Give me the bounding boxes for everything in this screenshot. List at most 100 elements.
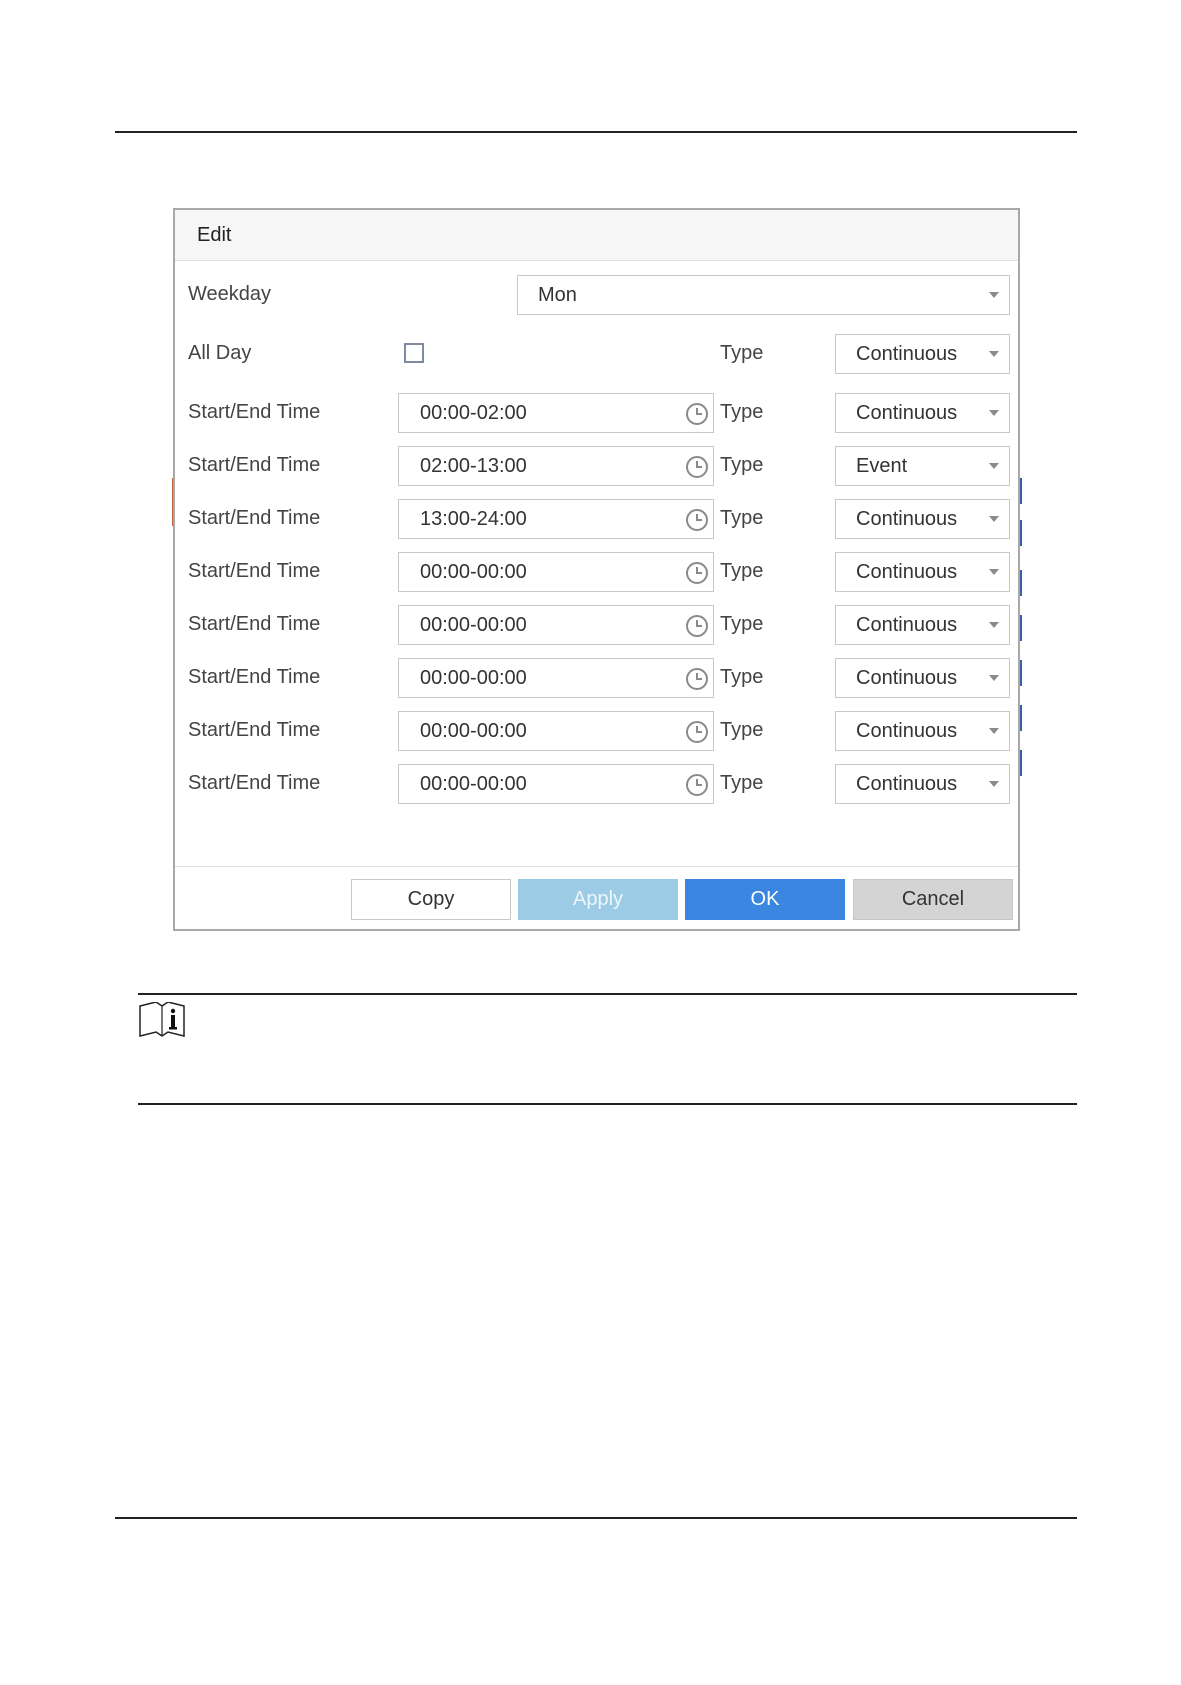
dialog-title: Edit <box>197 224 232 246</box>
caret-down-icon <box>989 675 999 681</box>
start-end-time-label: Start/End Time <box>188 454 321 476</box>
type-select[interactable]: Event <box>835 446 1010 486</box>
clock-icon[interactable] <box>685 667 709 691</box>
type-select[interactable]: Continuous <box>835 764 1010 804</box>
caret-down-icon <box>989 781 999 787</box>
caret-down-icon <box>989 569 999 575</box>
page-footer-rule <box>115 1517 1077 1519</box>
type-value: Continuous <box>856 343 958 365</box>
type-label: Type <box>720 401 764 423</box>
time-row: Start/End Time 00:00-00:00 Type Continuo… <box>175 657 1018 699</box>
caret-down-icon <box>989 728 999 734</box>
time-range-value: 00:00-00:00 <box>420 720 527 742</box>
type-value: Continuous <box>856 402 958 424</box>
type-label: Type <box>720 719 764 741</box>
type-select[interactable]: Continuous <box>835 499 1010 539</box>
time-range-value: 00:00-02:00 <box>420 402 527 424</box>
time-range-value: 00:00-00:00 <box>420 614 527 636</box>
type-label: Type <box>720 613 764 635</box>
time-row: Start/End Time 00:00-00:00 Type Continuo… <box>175 551 1018 593</box>
caret-down-icon <box>989 463 999 469</box>
time-range-input[interactable]: 00:00-00:00 <box>398 764 714 804</box>
note-bottom-rule <box>138 1103 1077 1105</box>
type-label: Type <box>720 342 764 364</box>
time-range-input[interactable]: 00:00-02:00 <box>398 393 714 433</box>
copy-button[interactable]: Copy <box>351 879 511 920</box>
dialog-footer-divider <box>175 866 1018 867</box>
type-value: Continuous <box>856 720 958 742</box>
start-end-time-label: Start/End Time <box>188 666 321 688</box>
clock-icon[interactable] <box>685 561 709 585</box>
clock-icon[interactable] <box>685 455 709 479</box>
start-end-time-label: Start/End Time <box>188 719 321 741</box>
background-edge-accent <box>1020 570 1022 596</box>
type-select[interactable]: Continuous <box>835 711 1010 751</box>
weekday-row: Weekday Mon <box>175 274 1018 316</box>
caret-down-icon <box>989 351 999 357</box>
type-label: Type <box>720 666 764 688</box>
type-value: Continuous <box>856 614 958 636</box>
note-top-rule <box>138 993 1077 995</box>
clock-icon[interactable] <box>685 773 709 797</box>
time-range-input[interactable]: 13:00-24:00 <box>398 499 714 539</box>
background-edge-accent <box>1020 478 1022 504</box>
start-end-time-label: Start/End Time <box>188 401 321 423</box>
apply-button[interactable]: Apply <box>518 879 678 920</box>
time-row: Start/End Time 00:00-02:00 Type Continuo… <box>175 392 1018 434</box>
time-row: Start/End Time 00:00-00:00 Type Continuo… <box>175 604 1018 646</box>
caret-down-icon <box>989 410 999 416</box>
time-range-value: 00:00-00:00 <box>420 773 527 795</box>
time-row: Start/End Time 02:00-13:00 Type Event <box>175 445 1018 487</box>
background-edge-accent <box>1020 615 1022 641</box>
type-select[interactable]: Continuous <box>835 605 1010 645</box>
type-label: Type <box>720 507 764 529</box>
background-edge-accent <box>1020 520 1022 546</box>
clock-icon[interactable] <box>685 508 709 532</box>
type-label: Type <box>720 772 764 794</box>
time-range-input[interactable]: 00:00-00:00 <box>398 552 714 592</box>
time-range-input[interactable]: 00:00-00:00 <box>398 658 714 698</box>
caret-down-icon <box>989 622 999 628</box>
time-row: Start/End Time 13:00-24:00 Type Continuo… <box>175 498 1018 540</box>
time-row: Start/End Time 00:00-00:00 Type Continuo… <box>175 763 1018 805</box>
cancel-button[interactable]: Cancel <box>853 879 1013 920</box>
type-value: Continuous <box>856 508 958 530</box>
type-value: Event <box>856 455 908 477</box>
time-range-input[interactable]: 02:00-13:00 <box>398 446 714 486</box>
start-end-time-label: Start/End Time <box>188 507 321 529</box>
clock-icon[interactable] <box>685 720 709 744</box>
all-day-row: All Day Type Continuous <box>175 333 1018 375</box>
ok-button[interactable]: OK <box>685 879 845 920</box>
time-range-input[interactable]: 00:00-00:00 <box>398 605 714 645</box>
type-label: Type <box>720 560 764 582</box>
type-value: Continuous <box>856 561 958 583</box>
time-range-value: 00:00-00:00 <box>420 561 527 583</box>
weekday-value: Mon <box>538 284 577 306</box>
background-edge-accent <box>1020 705 1022 731</box>
start-end-time-label: Start/End Time <box>188 613 321 635</box>
time-range-value: 02:00-13:00 <box>420 455 527 477</box>
edit-dialog: Edit Weekday Mon All Day Type Continuous… <box>173 208 1020 931</box>
dialog-header: Edit <box>175 210 1018 261</box>
all-day-label: All Day <box>188 342 252 364</box>
type-value: Continuous <box>856 773 958 795</box>
background-edge-accent <box>1020 750 1022 776</box>
clock-icon[interactable] <box>685 614 709 638</box>
background-edge-accent <box>1020 660 1022 686</box>
type-select[interactable]: Continuous <box>835 658 1010 698</box>
clock-icon[interactable] <box>685 402 709 426</box>
start-end-time-label: Start/End Time <box>188 772 321 794</box>
caret-down-icon <box>989 292 999 298</box>
type-select[interactable]: Continuous <box>835 393 1010 433</box>
all-day-checkbox[interactable] <box>404 343 424 363</box>
weekday-select[interactable]: Mon <box>517 275 1010 315</box>
type-select[interactable]: Continuous <box>835 552 1010 592</box>
weekday-label: Weekday <box>188 283 272 305</box>
caret-down-icon <box>989 516 999 522</box>
type-label: Type <box>720 454 764 476</box>
type-value: Continuous <box>856 667 958 689</box>
type-select[interactable]: Continuous <box>835 334 1010 374</box>
time-range-input[interactable]: 00:00-00:00 <box>398 711 714 751</box>
page-header-rule <box>115 131 1077 133</box>
note-book-info-icon <box>139 1002 185 1037</box>
